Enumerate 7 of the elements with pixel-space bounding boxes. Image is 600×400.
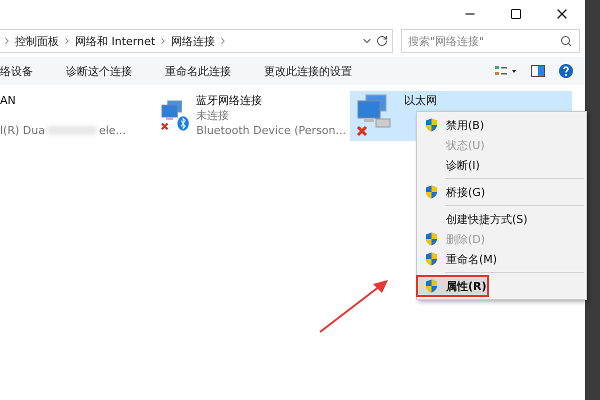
connection-name: 以太网 bbox=[404, 93, 437, 108]
connection-name: 蓝牙网络连接 bbox=[196, 93, 264, 108]
connection-name: AN bbox=[0, 93, 17, 108]
device-name: Bluetooth Device (Person... bbox=[196, 123, 346, 138]
device-name: ele... bbox=[98, 123, 126, 138]
device-name: l(R) Dua bbox=[0, 123, 45, 138]
connection-status: 未连接 bbox=[196, 108, 230, 123]
